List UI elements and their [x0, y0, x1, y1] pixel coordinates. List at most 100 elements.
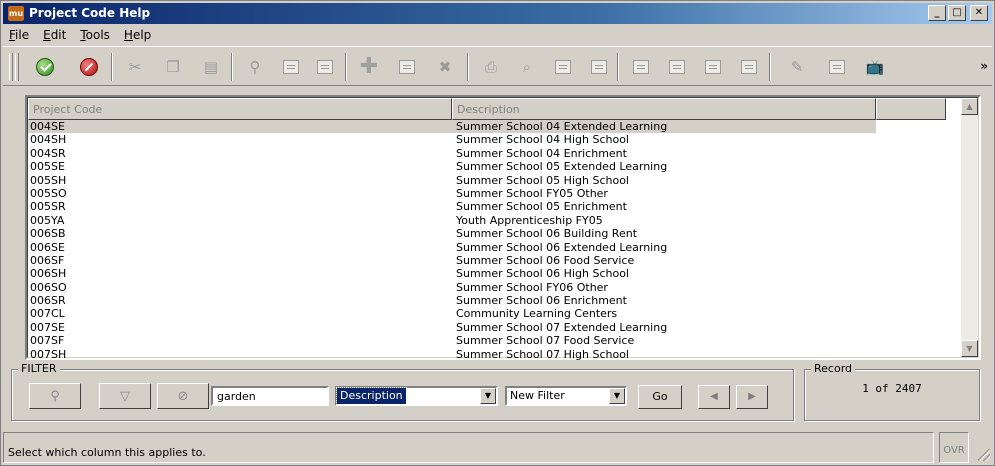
resize-grip-icon[interactable] [978, 449, 990, 461]
toolbar-grip[interactable] [9, 53, 13, 81]
export-button[interactable] [665, 55, 689, 79]
cell-project-code: 005SO [30, 186, 67, 200]
table-row[interactable]: 004SE Summer School 04 Extended Learning [28, 120, 876, 134]
menu-file[interactable]: File [3, 26, 35, 44]
filter-column-select[interactable]: Description ▼ [335, 386, 498, 406]
window-title: Project Code Help [29, 6, 151, 20]
filter-text-input[interactable] [211, 386, 329, 406]
table-row[interactable]: 005SE Summer School 05 Extended Learning [28, 160, 876, 173]
print-preview-button[interactable]: ⌕ [515, 55, 539, 79]
grid-view-button[interactable] [313, 55, 337, 79]
apply-filter-button[interactable]: ▽ [99, 383, 151, 409]
title-bar[interactable]: mu Project Code Help _ □ ✕ [3, 3, 992, 24]
table-row[interactable]: 005YA Youth Apprenticeship FY05 [28, 214, 876, 227]
table-row[interactable]: 004SR Summer School 04 Enrichment [28, 147, 876, 160]
cell-description: Youth Apprenticeship FY05 [456, 213, 603, 227]
vertical-scrollbar[interactable]: ▲ ▼ [961, 98, 978, 357]
print-button[interactable]: ⎙ [479, 55, 503, 79]
window-button[interactable] [701, 55, 725, 79]
find-button[interactable]: ⚲ [243, 55, 267, 79]
table-row[interactable]: 007SH Summer School 07 High School [28, 348, 876, 361]
menu-help[interactable]: Help [118, 26, 157, 44]
layout-icon [741, 60, 757, 74]
go-button[interactable]: Go [638, 385, 682, 409]
cell-project-code: 006SO [30, 280, 67, 294]
cell-project-code: 006SF [30, 253, 65, 267]
table-row[interactable]: 006SE Summer School 06 Extended Learning [28, 241, 876, 254]
cancel-button[interactable] [77, 55, 101, 79]
grid-header: Project Code Description [28, 98, 946, 120]
copy-button[interactable]: ❐ [161, 55, 185, 79]
table-row[interactable]: 006SF Summer School 06 Food Service [28, 254, 876, 267]
cell-project-code: 006SR [30, 294, 66, 308]
column-header-description[interactable]: Description [452, 98, 876, 120]
table-row[interactable]: 005SR Summer School 05 Enrichment [28, 200, 876, 213]
table-row[interactable]: 005SH Summer School 05 High School [28, 174, 876, 187]
copy-icon: ❐ [166, 57, 180, 76]
cell-description: Summer School 06 Extended Learning [456, 240, 668, 254]
clear-filter-button[interactable]: ⊘ [157, 383, 209, 409]
form-view-button[interactable] [279, 55, 303, 79]
cell-description: Summer School 07 Food Service [456, 334, 635, 348]
paperclip-icon: ✎ [790, 57, 804, 76]
scroll-up-arrow-icon[interactable]: ▲ [961, 98, 978, 115]
cell-project-code: 006SB [30, 227, 66, 241]
table-row[interactable]: 006SH Summer School 06 High School [28, 267, 876, 280]
paste-icon: ▤ [203, 57, 219, 76]
toolbar: ✂ ❐ ▤ ⚲ ✚ ✖ ⎙ ⌕ ✎ 📺 » [3, 46, 992, 86]
disk-icon [591, 60, 607, 74]
import-icon [633, 60, 649, 74]
cell-description: Summer School 04 Enrichment [456, 146, 627, 160]
chevron-down-icon[interactable]: ▼ [480, 388, 496, 404]
toolbar-grip-secondary[interactable] [15, 53, 19, 81]
table-row[interactable]: 004SH Summer School 04 High School [28, 133, 876, 146]
scroll-down-arrow-icon[interactable]: ▼ [961, 340, 978, 357]
close-button[interactable]: ✕ [970, 5, 988, 21]
menu-edit[interactable]: Edit [37, 26, 72, 44]
layout-button[interactable] [737, 55, 761, 79]
cell-project-code: 007SF [30, 334, 65, 348]
delete-button[interactable]: ✖ [433, 55, 457, 79]
attach-button[interactable]: ✎ [785, 55, 809, 79]
table-row[interactable]: 006SB Summer School 06 Building Rent [28, 227, 876, 240]
plus-icon: ✚ [359, 54, 379, 79]
table-row[interactable]: 005SO Summer School FY05 Other [28, 187, 876, 200]
cell-description: Summer School 06 Food Service [456, 253, 635, 267]
tv-button[interactable]: 📺 [863, 55, 887, 79]
cell-description: Summer School 07 Extended Learning [456, 320, 668, 334]
table-row[interactable]: 007SE Summer School 07 Extended Learning [28, 321, 876, 334]
toolbar-overflow-chevron-icon[interactable]: » [980, 59, 988, 73]
calculator-button[interactable] [825, 55, 849, 79]
next-record-button[interactable]: ▶ [736, 385, 768, 409]
filter-search-button[interactable]: ⚲ [29, 383, 81, 409]
record-counter: 1 of 2407 [862, 382, 922, 395]
chevron-down-icon[interactable]: ▼ [609, 388, 625, 404]
cell-description: Summer School 06 Enrichment [456, 294, 627, 308]
table-row[interactable]: 006SR Summer School 06 Enrichment [28, 294, 876, 307]
minimize-button[interactable]: _ [928, 5, 946, 21]
cell-project-code: 004SR [30, 146, 66, 160]
status-bar: Select which column this applies to. OVR [3, 432, 992, 463]
pdf-icon [555, 60, 571, 74]
previous-record-button[interactable]: ◀ [698, 385, 730, 409]
cut-button[interactable]: ✂ [123, 55, 147, 79]
cell-project-code: 005SE [30, 160, 65, 174]
menu-tools[interactable]: Tools [74, 26, 116, 44]
filter-group: FILTER ⚲ ▽ ⊘ Description ▼ New Filter ▼ … [11, 362, 794, 421]
add-button[interactable]: ✚ [357, 55, 381, 79]
edit-button[interactable] [395, 55, 419, 79]
save-button[interactable] [587, 55, 611, 79]
table-row[interactable]: 007CL Community Learning Centers [28, 307, 876, 320]
column-header-project-code[interactable]: Project Code [28, 98, 452, 120]
import-button[interactable] [629, 55, 653, 79]
printer-icon: ⎙ [484, 57, 497, 76]
pdf-button[interactable] [551, 55, 575, 79]
accept-button[interactable] [33, 55, 57, 79]
maximize-button[interactable]: □ [948, 5, 966, 21]
table-row[interactable]: 006SO Summer School FY06 Other [28, 281, 876, 294]
menu-bar: File Edit Tools Help [3, 26, 157, 44]
paste-button[interactable]: ▤ [199, 55, 223, 79]
saved-filter-select[interactable]: New Filter ▼ [505, 386, 627, 406]
table-row[interactable]: 007SF Summer School 07 Food Service [28, 334, 876, 347]
triangle-right-icon: ▶ [748, 391, 756, 402]
